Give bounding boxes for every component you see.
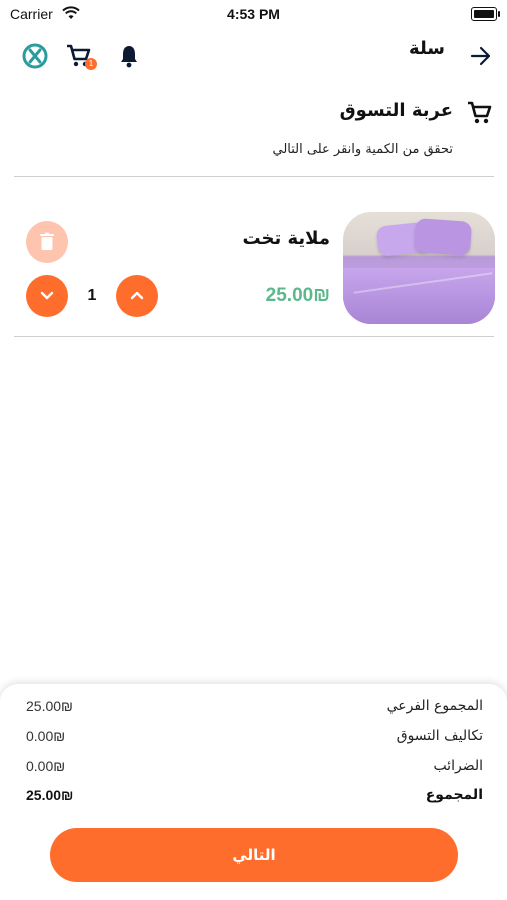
brand-logo-icon[interactable] (22, 43, 48, 73)
next-button[interactable]: التالي (50, 828, 458, 882)
status-bar: Carrier 4:53 PM (0, 0, 507, 28)
shopping-cart-icon (467, 101, 493, 129)
chevron-up-icon (130, 291, 144, 300)
quantity-value: 1 (87, 287, 97, 304)
product-price: 25.00₪ (265, 285, 330, 306)
shipping-value: 0.00₪ (26, 728, 66, 744)
subtotal-row: المجموع الفرعي 25.00₪ (0, 698, 507, 722)
section-subtitle: تحقق من الكمية وانقر على التالي (272, 142, 453, 157)
cart-badge: 1 (85, 58, 97, 70)
total-row: المجموع 25.00₪ (0, 787, 507, 811)
tax-label: الضرائب (433, 758, 483, 774)
tax-value: 0.00₪ (26, 758, 66, 774)
bell-icon[interactable] (119, 44, 139, 72)
divider (14, 176, 494, 177)
shipping-row: تكاليف التسوق 0.00₪ (0, 728, 507, 752)
decrease-quantity-button[interactable] (26, 275, 68, 317)
subtotal-value: 25.00₪ (26, 698, 73, 714)
subtotal-label: المجموع الفرعي (386, 698, 483, 714)
clock: 4:53 PM (227, 6, 280, 22)
product-name: ملاية تخت (242, 228, 330, 249)
section-title: عربة التسوق (339, 100, 453, 121)
total-label: المجموع (425, 787, 483, 803)
back-arrow-icon[interactable] (470, 46, 492, 70)
page-title: سلة (409, 38, 445, 59)
battery-icon (471, 7, 500, 21)
tax-row: الضرائب 0.00₪ (0, 758, 507, 782)
chevron-down-icon (40, 291, 54, 300)
increase-quantity-button[interactable] (116, 275, 158, 317)
delete-button[interactable] (26, 221, 68, 263)
total-value: 25.00₪ (26, 787, 74, 803)
shipping-label: تكاليف التسوق (396, 728, 483, 744)
divider (14, 336, 494, 337)
product-image[interactable] (343, 212, 495, 324)
trash-icon (40, 232, 54, 250)
